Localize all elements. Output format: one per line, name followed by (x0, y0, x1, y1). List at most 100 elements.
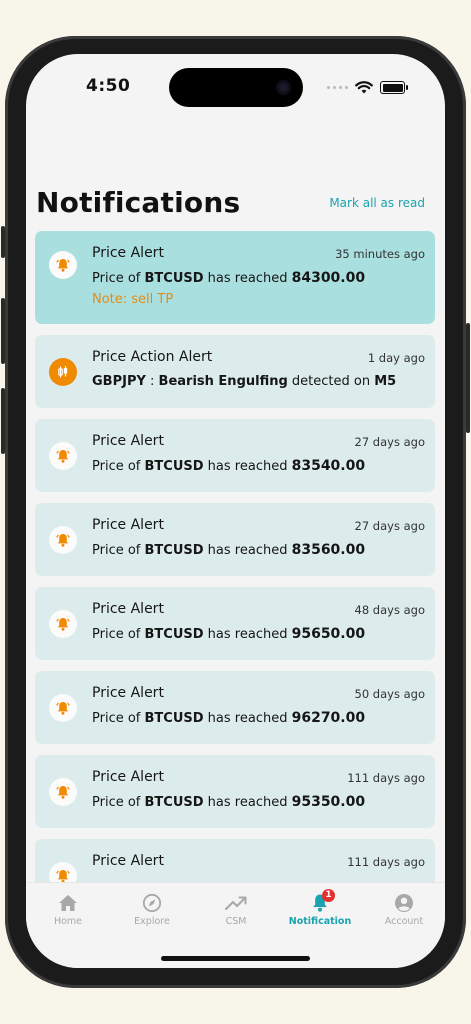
nav-csm[interactable]: CSM (194, 893, 278, 927)
compass-icon (110, 893, 194, 913)
account-icon (362, 893, 445, 913)
message-middle: detected on (287, 374, 375, 389)
notification-time: 50 days ago (354, 687, 425, 701)
power-button (466, 323, 470, 433)
notification-badge: 1 (322, 889, 335, 902)
notification-message: Price of BTCUSD has reached 83540.00 (92, 458, 365, 474)
nav-account[interactable]: Account (362, 893, 445, 927)
message-prefix: Price of (92, 795, 145, 810)
message-middle: has reached (203, 711, 292, 726)
message-middle: has reached (203, 271, 292, 286)
message-middle: has reached (203, 543, 292, 558)
notification-time: 48 days ago (354, 603, 425, 617)
nav-label: CSM (225, 916, 247, 927)
notification-title: Price Alert (92, 517, 164, 533)
message-value: 84300.00 (291, 270, 366, 286)
message-symbol: BTCUSD (144, 711, 204, 726)
message-pattern: Bearish Engulfing (158, 374, 288, 389)
camera-icon (276, 80, 291, 95)
message-timeframe: M5 (374, 374, 397, 389)
notification-time: 1 day ago (367, 351, 425, 365)
message-symbol: BTCUSD (144, 459, 204, 474)
message-value: 96270.00 (291, 710, 366, 726)
notification-time: 111 days ago (347, 855, 425, 869)
notification-card[interactable]: Price Alert 48 days ago Price of BTCUSD … (35, 587, 435, 660)
nav-label: Explore (134, 916, 170, 927)
message-value: 83560.00 (291, 542, 366, 558)
notification-list: Price Alert 35 minutes ago Price of BTCU… (35, 231, 435, 923)
message-symbol: BTCUSD (144, 627, 204, 642)
message-symbol: BTCUSD (144, 271, 204, 286)
app-screen: 4:50 Notifications Mark all as read Pric… (26, 54, 445, 968)
message-value: 83540.00 (291, 458, 366, 474)
nav-label: Notification (288, 916, 352, 927)
notification-title: Price Alert (92, 601, 164, 617)
message-symbol: GBPJPY (92, 374, 146, 389)
bottom-nav: Home Explore CSM 1 Notification Account (26, 882, 445, 968)
message-symbol: BTCUSD (144, 795, 204, 810)
nav-explore[interactable]: Explore (110, 893, 194, 927)
message-symbol: BTCUSD (144, 543, 204, 558)
nav-label: Account (384, 916, 424, 927)
nav-home[interactable]: Home (26, 893, 110, 927)
status-indicators (327, 81, 408, 94)
notification-card[interactable]: Price Alert 50 days ago Price of BTCUSD … (35, 671, 435, 744)
notification-message: Price of BTCUSD has reached 96270.00 (92, 710, 365, 726)
notification-message: Price of BTCUSD has reached 95650.00 (92, 626, 365, 642)
message-prefix: Price of (92, 459, 145, 474)
mark-all-read-link[interactable]: Mark all as read (329, 196, 425, 210)
nav-label: Home (53, 916, 83, 927)
notification-title: Price Alert (92, 433, 164, 449)
home-icon (26, 893, 110, 913)
message-prefix: Price of (92, 711, 145, 726)
message-value: 95350.00 (291, 794, 366, 810)
bell-icon: 1 (278, 889, 362, 913)
message-value: 95650.00 (291, 626, 366, 642)
signal-icon (327, 86, 348, 89)
candlestick-icon (49, 358, 77, 386)
notification-card[interactable]: Price Alert 111 days ago Price of BTCUSD… (35, 755, 435, 828)
bell-icon (49, 442, 77, 470)
notification-message: Price of BTCUSD has reached 84300.00 (92, 270, 365, 286)
notification-card[interactable]: Price Action Alert 1 day ago GBPJPY : Be… (35, 335, 435, 408)
notification-message: GBPJPY : Bearish Engulfing detected on M… (92, 374, 396, 389)
notification-title: Price Alert (92, 245, 164, 261)
bell-icon (49, 251, 77, 279)
status-time: 4:50 (86, 76, 131, 96)
wifi-icon (355, 81, 373, 94)
notification-time: 27 days ago (354, 519, 425, 533)
battery-icon (380, 81, 408, 94)
nav-notification[interactable]: 1 Notification (278, 889, 362, 927)
notification-title: Price Alert (92, 685, 164, 701)
bell-icon (49, 694, 77, 722)
page-title: Notifications (36, 186, 241, 219)
notification-card[interactable]: Price Alert 27 days ago Price of BTCUSD … (35, 503, 435, 576)
bell-icon (49, 610, 77, 638)
volume-up-button (1, 298, 5, 364)
notification-title: Price Action Alert (92, 349, 213, 365)
notification-time: 111 days ago (347, 771, 425, 785)
notification-time: 35 minutes ago (335, 247, 425, 261)
message-middle: has reached (203, 627, 292, 642)
action-button (1, 226, 5, 258)
message-prefix: Price of (92, 543, 145, 558)
notification-message: Price of BTCUSD has reached 83560.00 (92, 542, 365, 558)
message-middle: has reached (203, 459, 292, 474)
notification-title: Price Alert (92, 769, 164, 785)
message-middle: has reached (203, 795, 292, 810)
home-indicator[interactable] (161, 956, 310, 961)
bell-icon (49, 778, 77, 806)
notification-time: 27 days ago (354, 435, 425, 449)
message-prefix: Price of (92, 627, 145, 642)
message-prefix: Price of (92, 271, 145, 286)
notification-card[interactable]: Price Alert 35 minutes ago Price of BTCU… (35, 231, 435, 324)
notification-title: Price Alert (92, 853, 164, 869)
dynamic-island (169, 68, 303, 107)
notification-note: Note: sell TP (92, 292, 174, 307)
notification-message: Price of BTCUSD has reached 95350.00 (92, 794, 365, 810)
trend-icon (194, 893, 278, 913)
volume-down-button (1, 388, 5, 454)
bell-icon (49, 526, 77, 554)
notification-card[interactable]: Price Alert 27 days ago Price of BTCUSD … (35, 419, 435, 492)
message-separator: : (145, 374, 159, 389)
